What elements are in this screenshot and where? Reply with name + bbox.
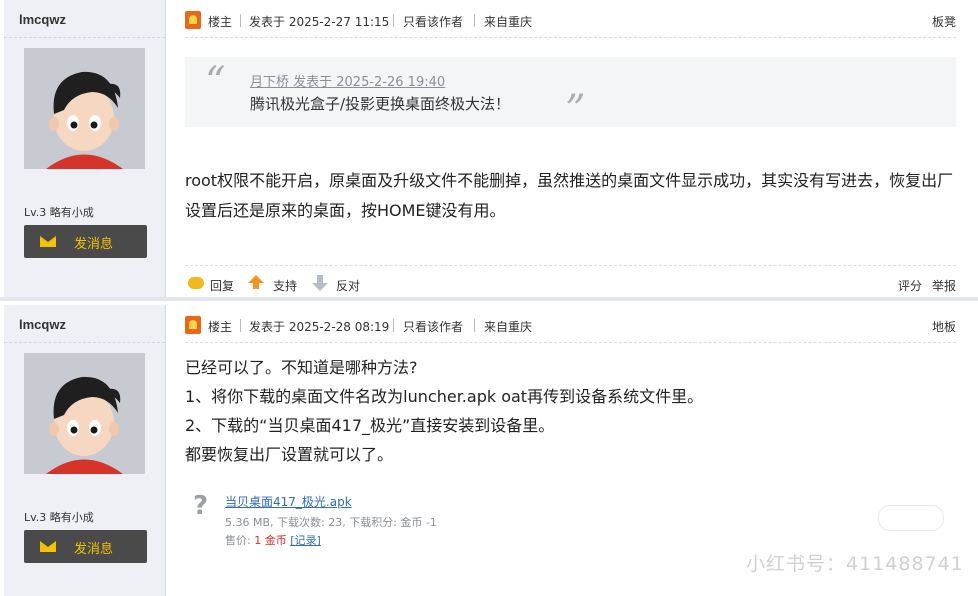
reply-icon[interactable] [188,277,204,289]
send-message-label: 发消息 [74,237,114,252]
thread-starter-icon [185,11,201,29]
send-message-button[interactable]: 发消息 [24,530,147,563]
quote-block: “ 月下桥 发表于 2025-2-26 19:40 腾讯极光盒子/投影更换桌面终… [185,57,956,133]
attachment-meta: 5.36 MB, 下载次数: 23, 下载积分: 金币 -1 [225,516,437,529]
role-label: 楼主 [208,320,233,334]
floor-number[interactable]: 地板 [932,318,956,335]
send-message-button[interactable]: 发消息 [24,225,147,258]
role-label: 楼主 [208,15,233,29]
author-sidebar: lmcqwz Lv.3 略有小成 发消息 [4,0,166,297]
sidebar-divider [4,342,165,343]
thread-starter-icon [185,316,201,334]
avatar[interactable] [24,353,145,474]
support-button[interactable]: 支持 [273,277,297,294]
price-value: 1 金币 [254,534,287,547]
oppose-button[interactable]: 反对 [336,277,360,294]
author-sidebar: lmcqwz Lv.3 略有小成 发消息 [4,305,166,596]
attachment-link[interactable]: 当贝桌面417_极光.apk [225,493,352,510]
report-button[interactable]: 举报 [932,277,956,294]
thumbs-up-arrow-icon[interactable] [248,275,264,289]
post-header: 楼主 发表于 2025-2-28 08:19 只看该作者 来自重庆 地板 [185,315,956,337]
body-line: 2、下载的“当贝桌面417_极光”直接安装到设备里。 [185,416,555,435]
post-content: 楼主 发表于 2025-2-27 11:15 只看该作者 来自重庆 板凳 “ 月… [185,0,956,297]
post-location: 来自重庆 [484,15,533,29]
only-author-link[interactable]: 只看该作者 [403,318,463,335]
author-name[interactable]: lmcqwz [19,12,66,27]
post-location: 来自重庆 [484,320,533,334]
post-time: 发表于 2025-2-27 11:15 [249,15,390,29]
post-actions: 回复 支持 反对 评分 举报 [185,273,956,295]
quote-source-link[interactable]: 月下桥 发表于 2025-2-26 19:40 [250,71,445,90]
post-1: lmcqwz Lv.3 略有小成 发消息 楼主 发表于 2025-2-27 11… [0,0,978,301]
envelope-icon [40,541,56,552]
purchase-record-link[interactable]: [记录] [290,534,321,547]
attachment-price: 售价: 1 金币 [记录] [225,532,321,548]
author-name[interactable]: lmcqwz [19,317,66,332]
rate-button[interactable]: 评分 [898,277,922,294]
unknown-file-icon: ? [193,491,209,521]
body-line: 1、将你下载的桌面文件名改为luncher.apk oat再传到设备系统文件里。 [185,387,704,406]
only-author-link[interactable]: 只看该作者 [403,13,463,30]
quote-text: 腾讯极光盒子/投影更换桌面终极大法！ [250,95,511,113]
sidebar-divider [4,37,165,38]
close-quote-icon: ” [565,87,586,133]
avatar[interactable] [24,48,145,169]
floor-number[interactable]: 板凳 [932,13,956,30]
post-body: 已经可以了。不知道是哪种方法? 1、将你下载的桌面文件名改为luncher.ap… [185,353,960,469]
header-divider [185,342,956,343]
footer-divider [185,265,956,266]
post-time: 发表于 2025-2-28 08:19 [249,320,390,334]
post-header: 楼主 发表于 2025-2-27 11:15 只看该作者 来自重庆 板凳 [185,10,956,32]
user-level: Lv.3 略有小成 [24,206,94,219]
envelope-icon [40,236,56,247]
body-line: 都要恢复出厂设置就可以了。 [185,445,394,464]
send-message-label: 发消息 [74,542,114,557]
thumbs-down-arrow-icon[interactable] [312,275,328,291]
body-line: 已经可以了。不知道是哪种方法? [185,358,418,377]
watermark-logo [878,505,944,531]
user-level: Lv.3 略有小成 [24,511,94,524]
price-label: 售价: [225,534,255,547]
reply-button[interactable]: 回复 [210,277,234,294]
open-quote-icon: “ [205,59,226,105]
post-body: root权限不能开启，原桌面及升级文件不能删掉，虽然推送的桌面文件显示成功，其实… [185,171,954,220]
header-divider [185,37,956,38]
watermark: 小红书号：411488741 [746,553,964,575]
